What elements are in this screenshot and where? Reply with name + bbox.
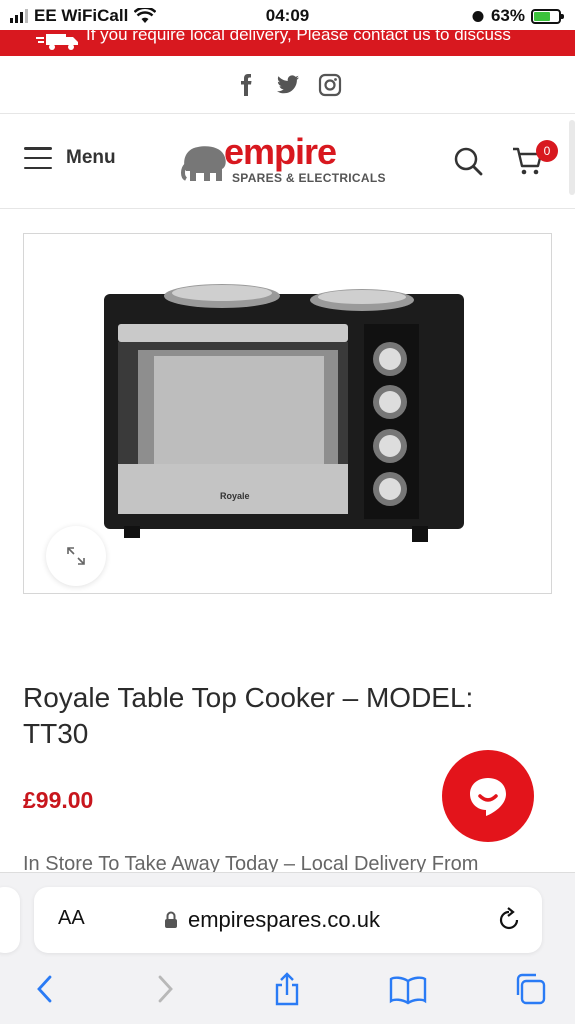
site-logo[interactable]: empire SPARES & ELECTRICALS	[180, 131, 400, 189]
elephant-logo-icon	[181, 146, 226, 181]
cart-count-badge: 0	[536, 140, 558, 162]
facebook-icon[interactable]	[234, 73, 258, 97]
search-icon[interactable]	[452, 145, 484, 177]
hamburger-icon	[24, 147, 52, 169]
browser-toolbar: AA empirespares.co.uk	[0, 872, 575, 1024]
share-icon[interactable]	[272, 971, 302, 1007]
reader-settings-button[interactable]: AA	[58, 907, 85, 930]
delivery-truck-icon	[36, 34, 78, 50]
scrollbar[interactable]	[569, 120, 575, 195]
oven-brand-label: Royale	[220, 491, 250, 501]
menu-button[interactable]: Menu	[24, 147, 116, 169]
menu-label: Menu	[66, 147, 116, 168]
oven-product-image: Royale	[104, 284, 464, 542]
tabs-icon[interactable]	[512, 971, 548, 1007]
instagram-icon[interactable]	[318, 73, 342, 97]
alarm-icon	[472, 11, 484, 22]
previous-tab-preview[interactable]	[0, 887, 20, 953]
address-bar[interactable]: AA empirespares.co.uk	[34, 887, 542, 953]
product-price: £99.00	[23, 787, 94, 813]
live-chat-button[interactable]	[442, 750, 534, 842]
expand-icon	[67, 547, 85, 565]
battery-icon	[531, 8, 564, 24]
chat-bubble-icon	[470, 778, 506, 816]
logo-tagline: SPARES & ELECTRICALS	[232, 171, 386, 185]
url-display[interactable]: empirespares.co.uk	[164, 907, 380, 933]
zoom-button[interactable]	[46, 526, 106, 586]
delivery-promo-banner[interactable]: If you require local delivery, Please co…	[0, 30, 575, 56]
product-image-frame[interactable]: Royale	[23, 233, 552, 594]
lock-icon	[165, 911, 177, 928]
social-links	[0, 56, 575, 114]
back-icon[interactable]	[30, 971, 60, 1007]
status-bar: EE WiFiCall 04:09 63%	[0, 0, 575, 32]
battery-percent: 63%	[490, 6, 525, 25]
logo-wordmark: empire	[224, 131, 337, 172]
twitter-icon[interactable]	[276, 73, 300, 97]
url-text: empirespares.co.uk	[188, 907, 380, 932]
bookmarks-icon[interactable]	[388, 971, 428, 1007]
product-title: Royale Table Top Cooker – MODEL: TT30	[23, 682, 474, 749]
site-header: Menu empire SPARES & ELECTRICALS 0	[0, 115, 575, 209]
reload-icon[interactable]	[496, 907, 522, 933]
forward-icon[interactable]	[150, 971, 180, 1007]
promo-text: If you require local delivery, Please co…	[86, 30, 511, 44]
